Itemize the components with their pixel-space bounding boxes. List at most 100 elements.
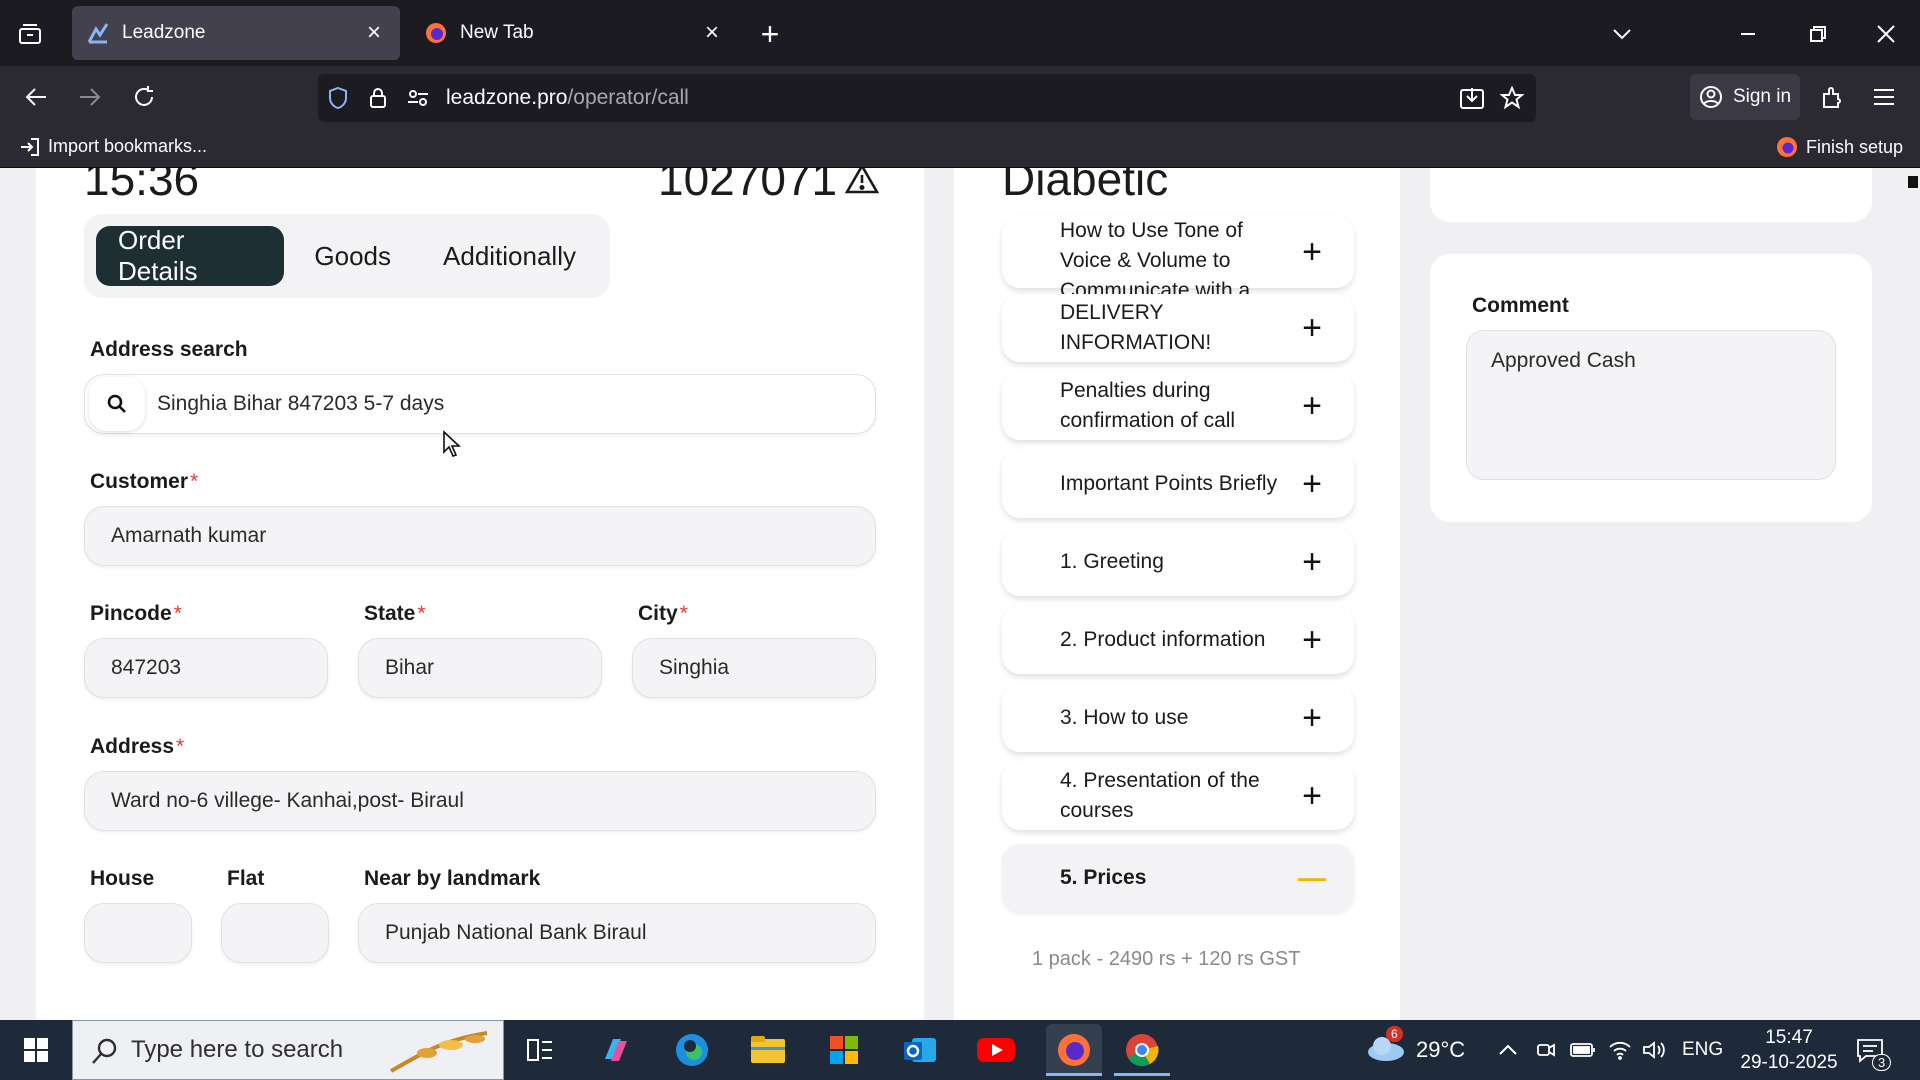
script-item-how-to-use[interactable]: 3. How to use + xyxy=(1002,684,1354,752)
outlook-icon[interactable] xyxy=(898,1028,942,1072)
back-arrow-icon[interactable] xyxy=(18,80,54,114)
expand-plus-icon[interactable]: + xyxy=(1298,621,1326,660)
download-page-icon[interactable] xyxy=(1452,87,1492,109)
scrollbar-thumb[interactable] xyxy=(1908,176,1918,188)
expand-plus-icon[interactable]: + xyxy=(1298,699,1326,738)
script-item-label: 2. Product information xyxy=(1060,628,1266,651)
expand-plus-icon[interactable]: + xyxy=(1298,233,1326,272)
bookmark-star-icon[interactable] xyxy=(1492,86,1532,110)
call-timer: 15:36 xyxy=(84,168,200,205)
taskbar-search-box[interactable]: Type here to search xyxy=(72,1020,504,1080)
expand-plus-icon[interactable]: + xyxy=(1298,387,1326,426)
minimize-icon[interactable] xyxy=(1730,18,1766,50)
address-search-input[interactable]: Singhia Bihar 847203 5-7 days xyxy=(84,374,876,434)
wifi-icon[interactable] xyxy=(1608,1020,1632,1080)
tab-leadzone[interactable]: Leadzone × xyxy=(72,6,400,60)
forward-arrow-icon[interactable] xyxy=(72,80,108,114)
mouse-cursor-icon xyxy=(443,430,462,457)
collapse-minus-icon[interactable]: — xyxy=(1298,862,1326,894)
firefox-taskbar-icon[interactable] xyxy=(1046,1024,1102,1076)
flat-input[interactable] xyxy=(221,903,329,963)
comment-textarea[interactable]: Approved Cash xyxy=(1466,330,1836,480)
house-input[interactable] xyxy=(84,903,192,963)
restore-icon[interactable] xyxy=(1800,18,1836,50)
landmark-label: Near by landmark xyxy=(364,867,541,890)
show-hidden-icons-chevron-icon[interactable] xyxy=(1498,1020,1518,1080)
warning-icon[interactable] xyxy=(845,168,880,194)
tab-order-details[interactable]: Order Details xyxy=(96,225,285,286)
import-icon xyxy=(21,137,39,156)
meet-now-icon[interactable] xyxy=(1536,1020,1556,1080)
lock-icon[interactable] xyxy=(358,87,398,109)
weather-widget[interactable]: 6 29°C xyxy=(1366,1020,1465,1080)
address-input[interactable]: Ward no-6 villege- Kanhai,post- Biraul xyxy=(84,771,876,831)
chrome-icon[interactable] xyxy=(1114,1024,1170,1076)
import-bookmarks-button[interactable]: Import bookmarks... xyxy=(20,136,207,157)
close-icon[interactable]: × xyxy=(362,19,386,47)
script-item-prices[interactable]: 5. Prices — xyxy=(1002,844,1354,912)
order-id: 1027071 xyxy=(658,168,880,206)
menu-hamburger-icon[interactable] xyxy=(1866,80,1902,114)
url-host: leadzone.pro xyxy=(446,86,568,109)
pincode-input[interactable]: 847203 xyxy=(84,638,328,698)
city-input[interactable]: Singhia xyxy=(632,638,876,698)
windows-start-icon[interactable] xyxy=(14,1028,58,1072)
required-asterisk: * xyxy=(190,470,199,493)
script-item-presentation-of-courses[interactable]: 4. Presentation of the courses + xyxy=(1002,762,1354,830)
expand-plus-icon[interactable]: + xyxy=(1298,465,1326,504)
microsoft-store-icon[interactable] xyxy=(822,1028,866,1072)
state-input[interactable]: Bihar xyxy=(358,638,602,698)
battery-icon[interactable] xyxy=(1570,1020,1596,1080)
address-bar[interactable]: leadzone.pro/operator/call xyxy=(318,74,1536,122)
customer-input[interactable]: Amarnath kumar xyxy=(84,506,876,566)
required-asterisk: * xyxy=(173,602,182,625)
clock-date: 29-10-2025 xyxy=(1740,1051,1838,1073)
search-icon[interactable] xyxy=(89,377,145,431)
extensions-icon[interactable] xyxy=(1814,80,1850,114)
browser-tab-bar: Leadzone × New Tab × + xyxy=(0,0,1920,66)
task-view-icon[interactable] xyxy=(518,1028,562,1072)
youtube-icon[interactable] xyxy=(974,1028,1018,1072)
new-tab-plus-icon[interactable]: + xyxy=(752,16,788,52)
tab-overview-icon[interactable] xyxy=(14,18,46,50)
url-text[interactable]: leadzone.pro/operator/call xyxy=(446,86,689,110)
script-item-product-information[interactable]: 2. Product information + xyxy=(1002,606,1354,674)
edge-browser-icon[interactable] xyxy=(670,1028,714,1072)
expand-plus-icon[interactable]: + xyxy=(1298,543,1326,582)
finish-setup-button[interactable]: Finish setup xyxy=(1776,136,1903,158)
language-indicator[interactable]: ENG xyxy=(1682,1020,1723,1080)
shield-icon[interactable] xyxy=(318,86,358,110)
site-permissions-icon[interactable] xyxy=(398,88,438,108)
browser-nav-bar: leadzone.pro/operator/call Sign in xyxy=(0,66,1920,128)
clock-time: 15:47 xyxy=(1765,1026,1813,1048)
landmark-input[interactable]: Punjab National Bank Biraul xyxy=(358,903,876,963)
notifications-icon[interactable]: 3 xyxy=(1856,1020,1892,1080)
expand-plus-icon[interactable]: + xyxy=(1298,309,1326,348)
close-icon[interactable]: × xyxy=(700,19,724,47)
tab-additionally[interactable]: Additionally xyxy=(421,226,598,286)
expand-plus-icon[interactable]: + xyxy=(1298,777,1326,816)
customer-value: Amarnath kumar xyxy=(111,524,267,547)
firefox-icon xyxy=(1777,137,1797,157)
file-explorer-icon[interactable] xyxy=(746,1028,790,1072)
finish-setup-label: Finish setup xyxy=(1806,136,1904,157)
script-item-delivery-information[interactable]: DELIVERY INFORMATION! + xyxy=(1002,294,1354,362)
system-clock[interactable]: 15:47 29-10-2025 xyxy=(1736,1020,1842,1080)
close-window-icon[interactable] xyxy=(1868,18,1904,50)
call-script-card: Diabetic How to Use Tone of Voice & Volu… xyxy=(954,168,1400,1020)
script-item-greeting[interactable]: 1. Greeting + xyxy=(1002,528,1354,596)
notification-count: 3 xyxy=(1872,1054,1892,1071)
tab-goods[interactable]: Goods xyxy=(292,226,413,286)
script-item-tone-of-voice[interactable]: How to Use Tone of Voice & Volume to Com… xyxy=(1002,216,1354,332)
copilot-icon[interactable] xyxy=(594,1028,638,1072)
list-tabs-chevron-icon[interactable] xyxy=(1604,18,1640,50)
state-label: State* xyxy=(364,602,426,626)
number-label: number xyxy=(1464,168,1552,170)
reload-icon[interactable] xyxy=(126,80,162,114)
script-item-penalties[interactable]: Penalties during confirmation of call + xyxy=(1002,372,1354,440)
city-label: City* xyxy=(638,602,688,626)
script-item-important-points[interactable]: Important Points Briefly + xyxy=(1002,450,1354,518)
sign-in-button[interactable]: Sign in xyxy=(1690,74,1800,120)
tab-new-tab[interactable]: New Tab × xyxy=(410,6,738,60)
volume-icon[interactable] xyxy=(1642,1020,1666,1080)
